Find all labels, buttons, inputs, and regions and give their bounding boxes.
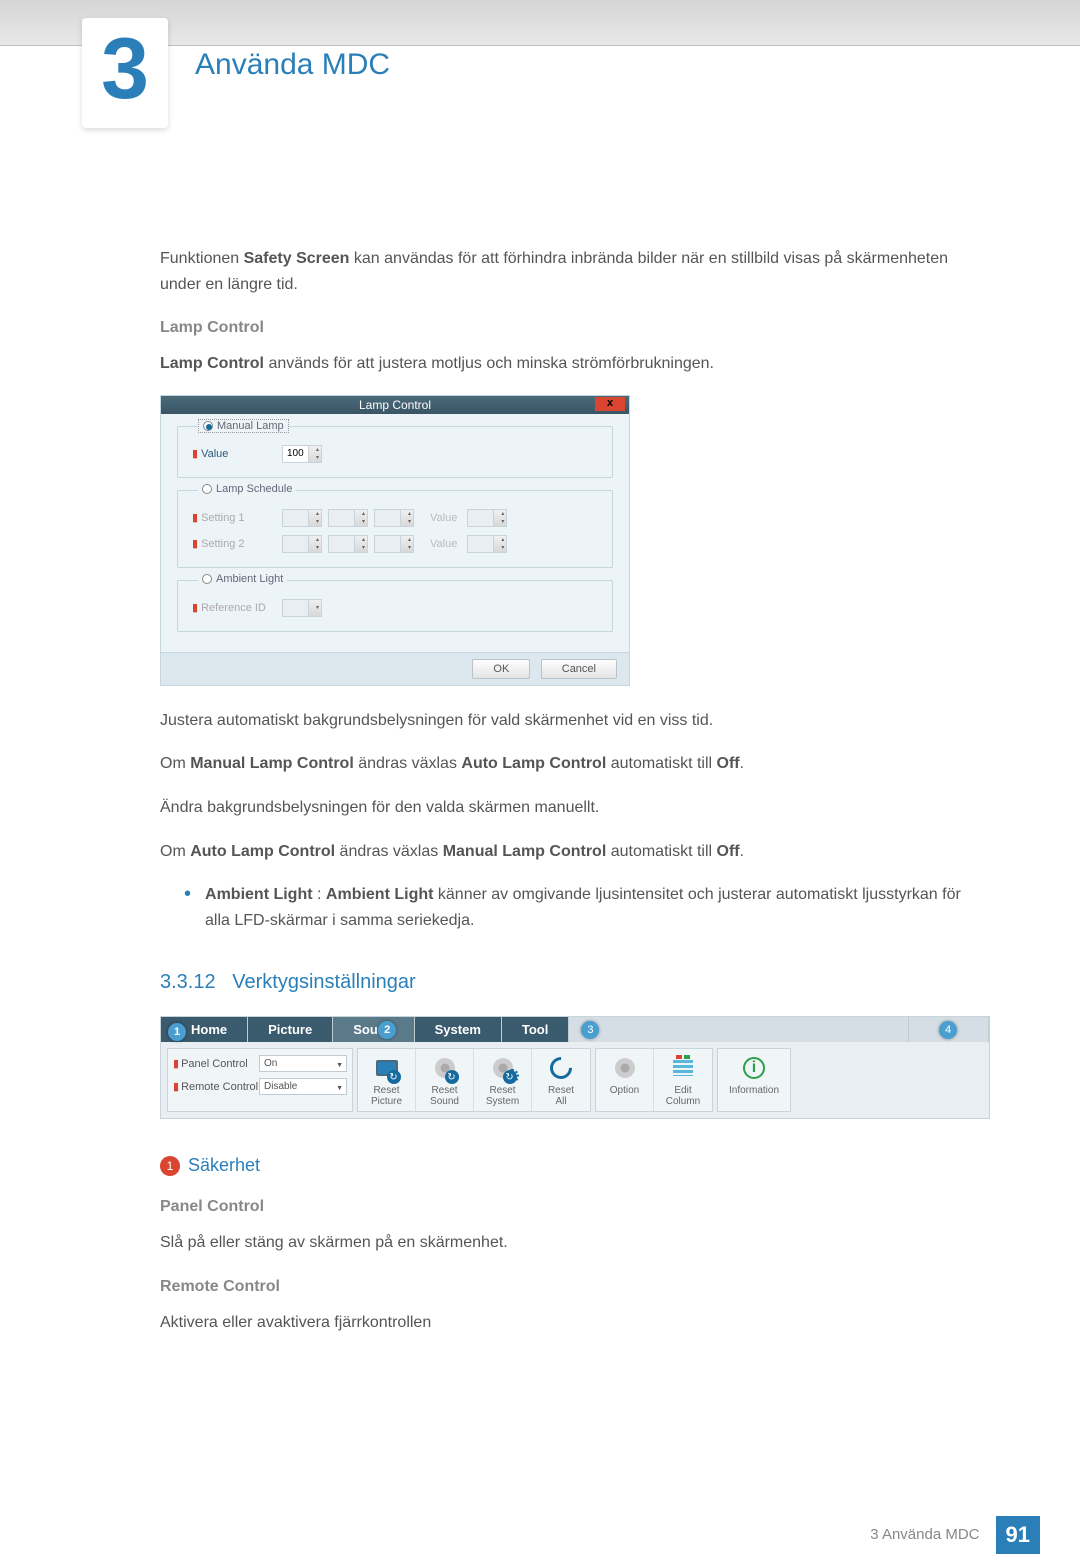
cancel-button[interactable]: Cancel xyxy=(541,659,617,679)
reset-group: ↻ Reset Picture ↻ Reset Sound ↻ Reset Sy… xyxy=(357,1048,591,1112)
setting2-label: ▮Setting 2 xyxy=(192,537,282,550)
panel-control-heading: Panel Control xyxy=(160,1198,990,1216)
panel-control-label: ▮Panel Control xyxy=(173,1057,259,1070)
columns-icon xyxy=(673,1060,693,1076)
info-group: i Information xyxy=(717,1048,791,1112)
setting1-spin1: ▴▾ xyxy=(282,509,322,527)
setting2-spin2: ▴▾ xyxy=(328,535,368,553)
ok-button[interactable]: OK xyxy=(472,659,530,679)
ambient-light-group: Ambient Light ▮Reference ID ▾ xyxy=(177,580,613,632)
remote-control-label: ▮Remote Control xyxy=(173,1080,259,1093)
security-panel: ▮Panel Control On ▮Remote Control Disabl… xyxy=(167,1048,353,1112)
security-heading: Säkerhet xyxy=(188,1155,260,1176)
setting1-spin2: ▴▾ xyxy=(328,509,368,527)
setting2-spin4: ▴▾ xyxy=(467,535,507,553)
remote-control-heading: Remote Control xyxy=(160,1278,990,1296)
manual-switch-paragraph: Om Manual Lamp Control ändras växlas Aut… xyxy=(160,751,990,777)
info-icon: i xyxy=(743,1057,765,1079)
panel-control-select[interactable]: On xyxy=(259,1055,347,1072)
tab-picture[interactable]: Picture xyxy=(248,1017,333,1042)
reference-id-label: ▮Reference ID xyxy=(192,601,282,614)
radio-icon[interactable] xyxy=(203,421,213,431)
reset-all-button[interactable]: Reset All xyxy=(532,1049,590,1111)
remote-control-select[interactable]: Disable xyxy=(259,1078,347,1095)
lamp-control-desc: Lamp Control används för att justera mot… xyxy=(160,351,990,377)
lamp-schedule-legend[interactable]: Lamp Schedule xyxy=(198,483,296,495)
setting2-spin3: ▴▾ xyxy=(374,535,414,553)
option-button[interactable]: Option xyxy=(596,1049,654,1111)
tab-row: 1 Home Picture Sound 2 System Tool 3 4 xyxy=(161,1017,989,1042)
bullet-icon: • xyxy=(184,882,191,933)
tab-tool[interactable]: Tool xyxy=(502,1017,569,1042)
refresh-icon: ↻ xyxy=(503,1070,517,1084)
page-number: 91 xyxy=(996,1516,1040,1554)
close-icon[interactable]: x xyxy=(595,397,625,411)
security-callout: 1 Säkerhet xyxy=(160,1155,990,1176)
value-label: ▮Value xyxy=(192,447,282,460)
radio-icon[interactable] xyxy=(202,574,212,584)
footer-text: 3 Använda MDC xyxy=(870,1526,979,1543)
tab-home[interactable]: 1 Home xyxy=(161,1017,248,1042)
manual-lamp-group: Manual Lamp ▮Value 100▴▾ xyxy=(177,426,613,478)
manual-lamp-legend[interactable]: Manual Lamp xyxy=(198,419,289,433)
setting1-spin4: ▴▾ xyxy=(467,509,507,527)
refresh-icon: ↻ xyxy=(387,1070,401,1084)
gear-icon xyxy=(615,1058,635,1078)
change-backlight-paragraph: Ändra bakgrundsbelysningen för den valda… xyxy=(160,795,990,821)
auto-adjust-paragraph: Justera automatiskt bakgrundsbelysningen… xyxy=(160,708,990,734)
toolbar-figure: 1 Home Picture Sound 2 System Tool 3 4 ▮… xyxy=(160,1016,990,1119)
panel-control-desc: Slå på eller stäng av skärmen på en skär… xyxy=(160,1230,990,1256)
auto-switch-paragraph: Om Auto Lamp Control ändras växlas Manua… xyxy=(160,839,990,865)
tab-sound[interactable]: Sound 2 xyxy=(333,1017,414,1042)
callout-1: 1 xyxy=(168,1023,186,1041)
lamp-schedule-group: Lamp Schedule ▮Setting 1 ▴▾ ▴▾ ▴▾ Value … xyxy=(177,490,613,568)
chapter-number: 3 xyxy=(101,26,149,112)
lamp-control-dialog: Lamp Control x Manual Lamp ▮Value 100▴▾ … xyxy=(160,395,630,686)
section-title: 3.3.12 Verktygsinställningar xyxy=(160,971,990,994)
value-spinner[interactable]: 100▴▾ xyxy=(282,445,322,463)
cycle-icon xyxy=(545,1053,576,1084)
option-group: Option Edit Column xyxy=(595,1048,713,1112)
safety-screen-paragraph: Funktionen Safety Screen kan användas fö… xyxy=(160,246,990,297)
callout-badge-1: 1 xyxy=(160,1156,180,1176)
edit-column-button[interactable]: Edit Column xyxy=(654,1049,712,1111)
footer: 3 Använda MDC 91 xyxy=(0,1516,1080,1554)
reset-picture-button[interactable]: ↻ Reset Picture xyxy=(358,1049,416,1111)
callout-4: 4 xyxy=(939,1021,957,1039)
setting1-spin3: ▴▾ xyxy=(374,509,414,527)
dialog-titlebar: Lamp Control x xyxy=(161,396,629,414)
refresh-icon: ↻ xyxy=(445,1070,459,1084)
setting2-spin1: ▴▾ xyxy=(282,535,322,553)
reset-sound-button[interactable]: ↻ Reset Sound xyxy=(416,1049,474,1111)
reference-id-select: ▾ xyxy=(282,599,322,617)
chapter-title: Använda MDC xyxy=(195,48,390,82)
chapter-badge: 3 xyxy=(82,18,168,128)
ambient-light-legend[interactable]: Ambient Light xyxy=(198,573,287,585)
reset-system-button[interactable]: ↻ Reset System xyxy=(474,1049,532,1111)
remote-control-desc: Aktivera eller avaktivera fjärrkontrolle… xyxy=(160,1310,990,1336)
information-button[interactable]: i Information xyxy=(718,1049,790,1111)
tab-system[interactable]: System xyxy=(415,1017,502,1042)
callout-3: 3 xyxy=(581,1021,599,1039)
radio-icon[interactable] xyxy=(202,484,212,494)
lamp-control-heading: Lamp Control xyxy=(160,319,990,337)
setting1-label: ▮Setting 1 xyxy=(192,511,282,524)
ambient-light-bullet: • Ambient Light : Ambient Light känner a… xyxy=(184,882,990,933)
